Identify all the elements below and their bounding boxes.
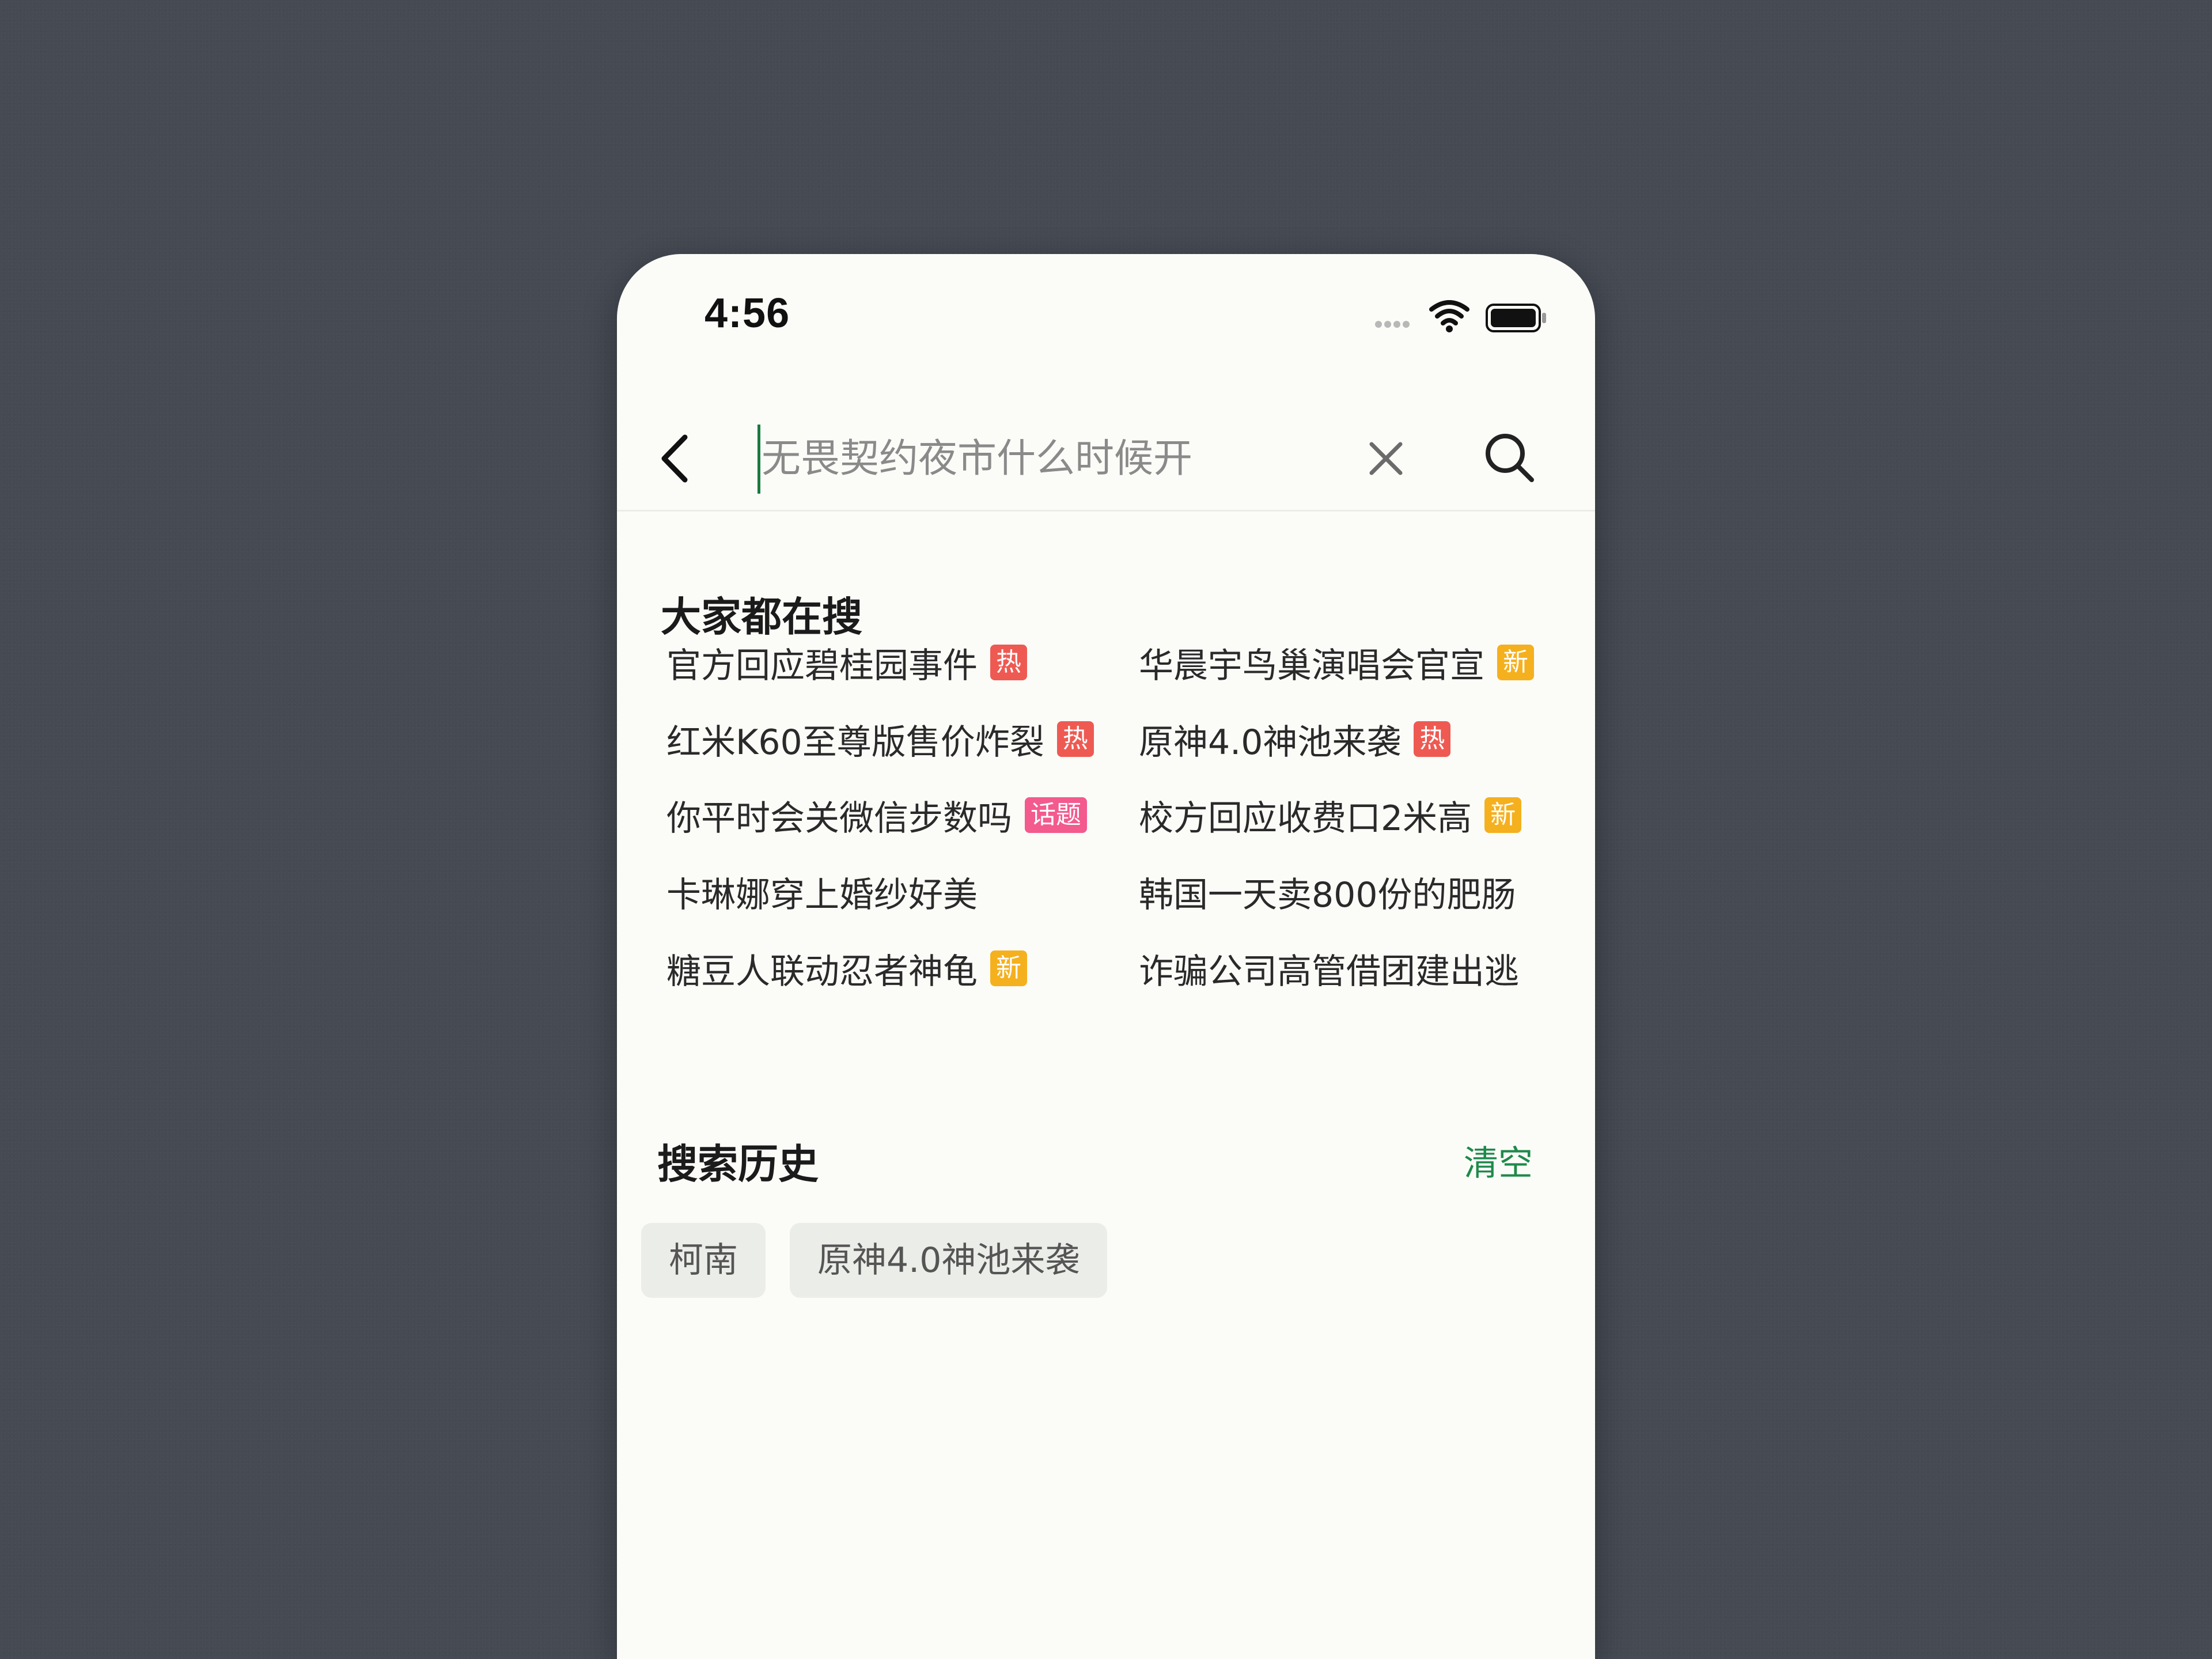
new-tag: 新 [1484, 797, 1522, 833]
hot-item-text: 你平时会关微信步数吗 [666, 798, 1012, 839]
hot-tag: 热 [1414, 721, 1451, 757]
hot-item[interactable]: 华晨宇鸟巢演唱会官宣 新 [1139, 634, 1534, 691]
phone-screen: 4:56 无畏契约夜市什么时候开 大家都在搜 官方回应碧桂园事件 热 华晨宇鸟巢… [617, 254, 1595, 1659]
hot-item-text: 官方回应碧桂园事件 [666, 645, 978, 686]
hot-item[interactable]: 红米K60至尊版售价炸裂 热 [666, 710, 1094, 768]
search-divider [617, 510, 1595, 512]
back-button[interactable] [652, 427, 703, 490]
clear-history-button[interactable]: 清空 [1464, 1135, 1533, 1185]
hot-item[interactable]: 卡琳娜穿上婚纱好美 [666, 863, 978, 921]
hot-item[interactable]: 糖豆人联动忍者神龟 新 [666, 940, 1027, 997]
status-time: 4:56 [704, 290, 790, 336]
hot-item[interactable]: 官方回应碧桂园事件 热 [666, 634, 1027, 691]
search-history-title: 搜索历史 [657, 1141, 819, 1188]
battery-icon [1486, 304, 1546, 332]
search-input[interactable]: 无畏契约夜市什么时候开 [757, 425, 1192, 494]
hot-item-text: 诈骗公司高管借团建出逃 [1139, 951, 1519, 992]
hot-item-text: 韩国一天卖800份的肥肠 [1139, 874, 1516, 915]
hot-item-text: 原神4.0神池来袭 [1139, 722, 1402, 763]
back-arrow-icon [661, 434, 688, 483]
hot-item-text: 红米K60至尊版售价炸裂 [666, 722, 1044, 763]
history-chip[interactable]: 柯南 [641, 1223, 766, 1298]
search-bar: 无畏契约夜市什么时候开 [617, 392, 1595, 517]
new-tag: 新 [990, 950, 1027, 986]
clear-x-icon [1369, 442, 1403, 475]
hot-item[interactable]: 诈骗公司高管借团建出逃 [1139, 940, 1519, 997]
hot-item[interactable]: 韩国一天卖800份的肥肠 [1139, 863, 1516, 921]
history-chip[interactable]: 原神4.0神池来袭 [790, 1223, 1108, 1298]
hot-item[interactable]: 原神4.0神池来袭 热 [1139, 710, 1451, 768]
hot-item[interactable]: 你平时会关微信步数吗 话题 [666, 786, 1087, 844]
hot-item-text: 卡琳娜穿上婚纱好美 [666, 874, 978, 915]
hot-item[interactable]: 校方回应收费口2米高 新 [1139, 786, 1522, 844]
hot-item-text: 校方回应收费口2米高 [1139, 798, 1472, 839]
search-icon [1486, 434, 1534, 482]
search-button[interactable] [1481, 429, 1539, 487]
hot-item-text: 华晨宇鸟巢演唱会官宣 [1139, 645, 1484, 686]
topic-tag: 话题 [1025, 797, 1087, 833]
clear-input-button[interactable] [1366, 438, 1406, 479]
hot-tag: 热 [990, 645, 1027, 680]
new-tag: 新 [1497, 645, 1534, 680]
hot-item-text: 糖豆人联动忍者神龟 [666, 951, 978, 992]
wifi-icon [1429, 300, 1469, 325]
hot-tag: 热 [1056, 721, 1094, 757]
signal-dots-icon [1375, 321, 1410, 328]
status-icons [1374, 300, 1550, 336]
